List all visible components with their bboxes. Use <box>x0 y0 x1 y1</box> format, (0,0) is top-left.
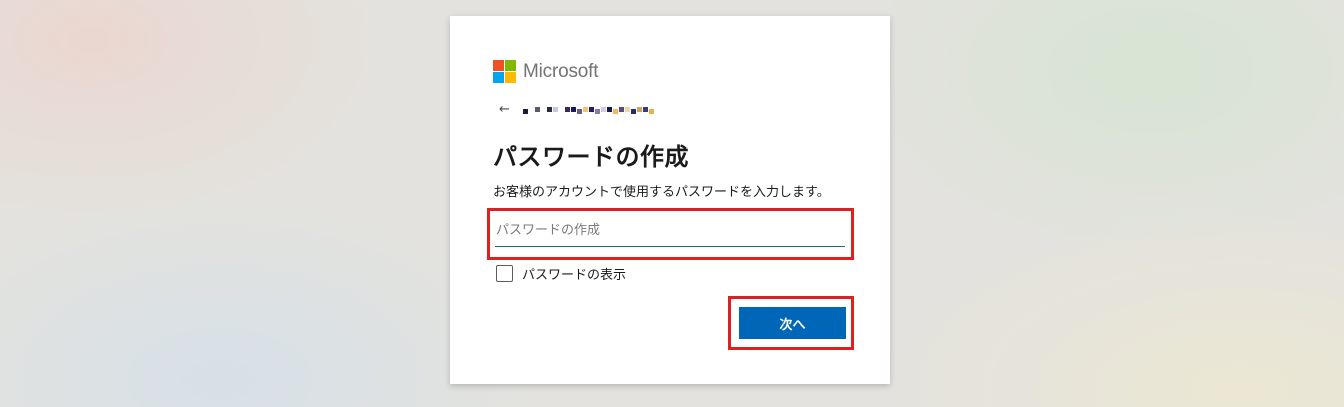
email-pixel <box>607 107 612 112</box>
show-password-toggle[interactable]: パスワードの表示 <box>496 264 626 283</box>
email-pixel <box>643 107 648 112</box>
email-pixel <box>619 107 624 112</box>
email-pixel <box>559 108 564 114</box>
show-password-checkbox[interactable] <box>496 265 513 282</box>
page-title: パスワードの作成 <box>493 143 689 171</box>
back-arrow-icon[interactable]: ← <box>499 102 513 117</box>
email-pixel <box>631 108 636 114</box>
microsoft-logo: Microsoft <box>493 60 598 83</box>
page-description: お客様のアカウントで使用するパスワードを入力します。 <box>493 185 830 200</box>
email-pixel <box>535 107 540 112</box>
show-password-label: パスワードの表示 <box>522 268 627 283</box>
next-button[interactable]: 次へ <box>739 307 846 339</box>
email-pixel <box>601 107 606 112</box>
email-pixel <box>595 108 600 114</box>
signin-card: Microsoft ← パスワードの作成 お客様のアカウントで使用するパスワード… <box>450 16 890 384</box>
email-pixel <box>571 107 576 112</box>
email-pixel <box>589 107 594 112</box>
email-pixel <box>613 108 618 114</box>
microsoft-logo-text: Microsoft <box>523 60 599 82</box>
email-pixel <box>577 108 582 114</box>
email-pixel <box>625 107 630 112</box>
email-pixel <box>649 108 654 114</box>
microsoft-logo-icon <box>493 60 516 83</box>
identity-row: ← <box>499 102 655 117</box>
password-input[interactable] <box>495 215 845 247</box>
email-pixel <box>541 108 546 114</box>
email-pixel <box>637 107 642 112</box>
obscured-email <box>523 103 655 117</box>
email-pixel <box>553 107 558 112</box>
email-pixel <box>565 107 570 112</box>
email-pixel <box>529 107 534 112</box>
email-pixel <box>547 107 552 112</box>
email-pixel <box>523 108 528 114</box>
email-pixel <box>583 107 588 112</box>
